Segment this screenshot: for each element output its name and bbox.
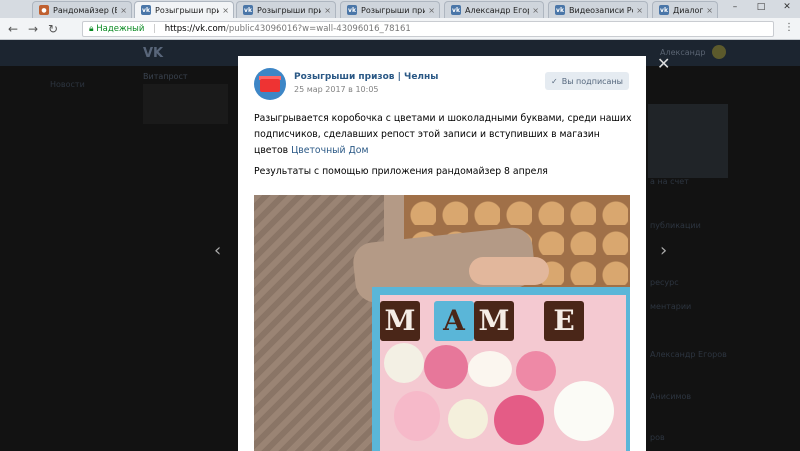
tab-favicon-icon: ● [39, 5, 49, 15]
browser-tab[interactable]: ● Рандомайзер (Вы× [32, 1, 132, 18]
tab-title: Диалоги [673, 5, 704, 15]
address-toolbar: ← → ↻ 🔒︎ Надежный | https://vk.com/publi… [0, 18, 800, 40]
tab-favicon-icon: vk [141, 5, 151, 15]
tab-title: Розыгрыши призо [257, 5, 321, 15]
maximize-icon[interactable]: □ [748, 0, 774, 14]
photo-flower [516, 351, 556, 391]
tab-favicon-icon: vk [555, 5, 565, 15]
side-block [143, 84, 228, 124]
post-date[interactable]: 25 мар 2017 в 10:05 [294, 85, 379, 94]
post-modal: Розыгрыши призов | Челны 25 мар 2017 в 1… [238, 56, 646, 451]
next-post-arrow-icon[interactable]: › [660, 240, 667, 261]
close-window-icon[interactable]: ✕ [774, 0, 800, 14]
tab-close-icon[interactable]: × [120, 6, 127, 15]
side-text: публикации [650, 221, 701, 230]
browser-tab-strip: – □ ✕ ●Рандомайзер (Вы×vkРозыгрыши призо… [0, 0, 800, 18]
tab-favicon-icon: vk [347, 5, 357, 15]
browser-menu-icon[interactable]: ⋮ [784, 22, 794, 33]
secure-label: Надежный [96, 24, 145, 34]
group-name-link[interactable]: Розыгрыши призов | Челны [294, 72, 438, 82]
check-icon: ✓ [551, 76, 558, 86]
photo-flower [554, 381, 614, 441]
side-text: ресурс [650, 278, 679, 287]
photo-flower [384, 343, 424, 383]
browser-tab[interactable]: vk Александр Егоров× [444, 1, 544, 18]
forward-icon[interactable]: → [26, 22, 40, 36]
photo-chocolate-letter: Е [544, 301, 584, 341]
photo-chocolate-letter: А [434, 301, 474, 341]
tab-close-icon[interactable]: × [706, 6, 713, 15]
video-thumb[interactable] [648, 104, 728, 178]
browser-tab[interactable]: vk Диалоги× [652, 1, 718, 18]
tab-title: Рандомайзер (Вы [53, 5, 117, 15]
prev-post-arrow-icon[interactable]: ‹ [214, 240, 221, 261]
browser-tab[interactable]: vk Розыгрыши призо× [340, 1, 440, 18]
photo-flower [494, 395, 544, 445]
tab-title: Александр Егоров [465, 5, 529, 15]
back-icon[interactable]: ← [6, 22, 20, 36]
minimize-icon[interactable]: – [722, 0, 748, 14]
tab-title: Видеозаписи Розы [569, 5, 633, 15]
tab-favicon-icon: vk [243, 5, 253, 15]
vk-logo-icon[interactable]: VK [143, 46, 163, 61]
photo-flower [448, 399, 488, 439]
tab-close-icon[interactable]: × [428, 6, 435, 15]
post-text: Разыгрывается коробочка с цветами и шоко… [254, 111, 634, 159]
lock-icon: 🔒︎ [89, 24, 94, 34]
tab-title: Розыгрыши призо [155, 5, 219, 15]
url-host: https://vk.com [164, 24, 226, 34]
tab-favicon-icon: vk [659, 5, 669, 15]
subscribed-button[interactable]: ✓ Вы подписаны [545, 72, 629, 90]
side-text: Александр Егоров [650, 350, 727, 359]
tab-close-icon[interactable]: × [222, 6, 229, 15]
photo-flower [424, 345, 468, 389]
tab-favicon-icon: vk [451, 5, 461, 15]
left-menu-item-news[interactable]: Новости [50, 80, 85, 89]
side-text: а на счет [650, 177, 689, 186]
group-avatar[interactable] [254, 68, 286, 100]
browser-tab[interactable]: vk Розыгрыши призо× [134, 1, 234, 18]
tab-close-icon[interactable]: × [324, 6, 331, 15]
close-icon[interactable]: ✕ [657, 54, 670, 73]
url-separator: | [153, 24, 156, 34]
url-input[interactable]: 🔒︎ Надежный | https://vk.com/public43096… [82, 21, 774, 37]
photo-chocolate-letter: М [380, 301, 420, 341]
tab-close-icon[interactable]: × [636, 6, 643, 15]
subscribed-label: Вы подписаны [561, 76, 623, 86]
gift-box-shape [260, 79, 280, 92]
browser-tab[interactable]: vk Видеозаписи Розы× [548, 1, 648, 18]
tab-close-icon[interactable]: × [532, 6, 539, 15]
post-photo[interactable]: М А М Е [254, 195, 630, 451]
shop-link[interactable]: Цветочный Дом [291, 145, 368, 156]
url-path: /public43096016?w=wall-43096016_78161 [225, 24, 411, 34]
browser-tab[interactable]: vk Розыгрыши призо× [236, 1, 336, 18]
tab-title: Розыгрыши призо [361, 5, 425, 15]
photo-sweater [254, 195, 384, 451]
reload-icon[interactable]: ↻ [46, 22, 60, 36]
avatar[interactable] [712, 45, 726, 59]
photo-flower [468, 351, 512, 387]
side-text: ментарии [650, 302, 692, 311]
side-text: Анисимов [650, 392, 692, 401]
photo-chocolate-letter: М [474, 301, 514, 341]
side-text: ров [650, 433, 665, 442]
photo-hand [469, 257, 549, 285]
side-text: Витапрост [143, 72, 188, 81]
photo-flower [394, 391, 440, 441]
post-text-results: Результаты с помощью приложения рандомай… [254, 166, 548, 177]
